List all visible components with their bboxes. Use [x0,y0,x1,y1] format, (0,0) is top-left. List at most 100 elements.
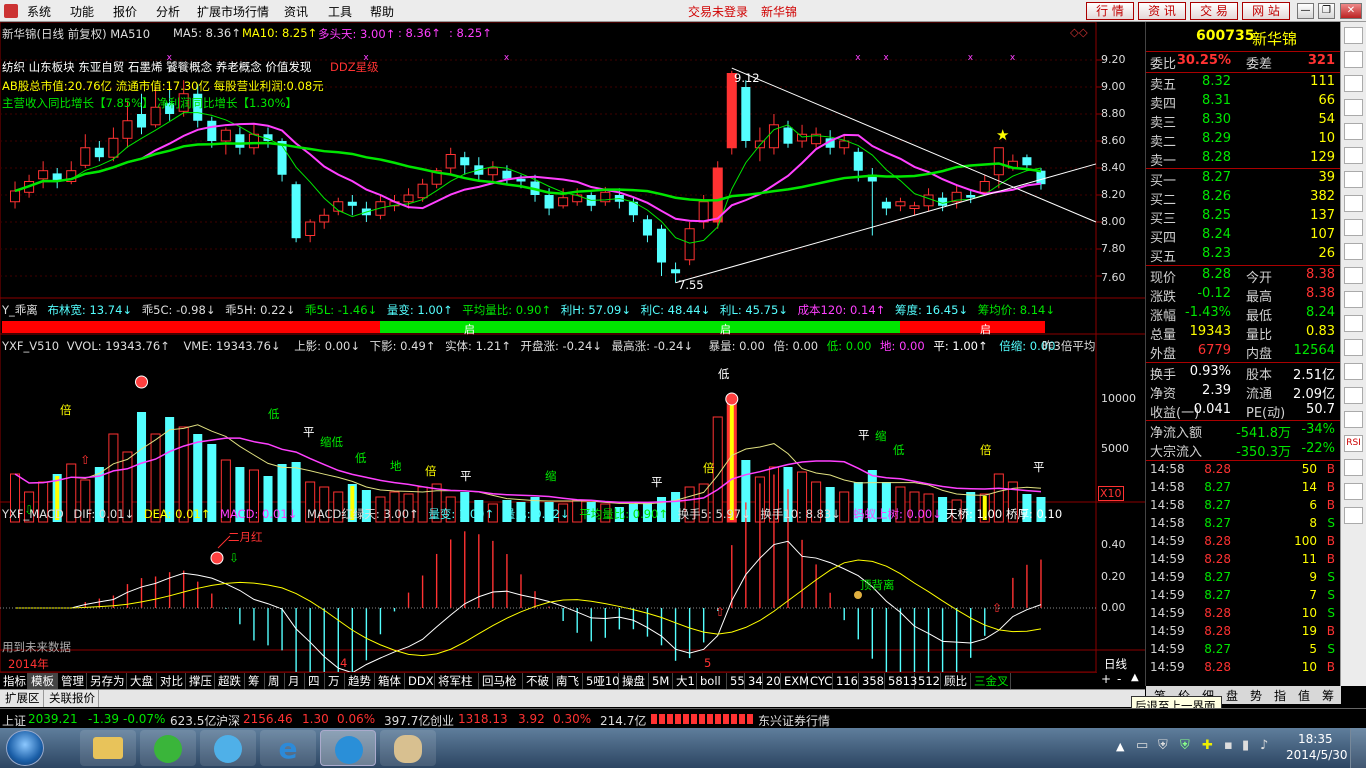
menu-help[interactable]: 帮助 [370,3,394,20]
toolbar-button-icon[interactable] [1344,171,1363,188]
indicator-tab[interactable]: 512 [915,673,941,690]
tray-app-icon[interactable]: ✚ [1202,738,1213,753]
menu-tools[interactable]: 工具 [328,3,352,20]
taskbar-media-player-icon[interactable] [200,730,256,766]
quote-tab[interactable]: 筹 [1322,687,1334,704]
indicator-tab[interactable]: 月 [285,673,305,690]
indicator-tab[interactable]: 5M [649,673,673,690]
indicator-tab[interactable]: 周 [265,673,285,690]
indicator-tab[interactable]: 5哑10 [583,673,619,690]
indicator-tab[interactable]: 另存为 [87,673,127,690]
menu-quote[interactable]: 报价 [113,3,137,20]
tray-network-status-icon[interactable]: ▮ [1242,738,1249,753]
indicator-tab[interactable]: 358 [859,673,885,690]
quote-tab[interactable]: 指 [1274,687,1286,704]
indicator-tab[interactable]: 不破 [523,673,553,690]
tray-volume-icon[interactable]: ♪ [1260,738,1268,753]
taskbar-paint-icon[interactable] [380,730,436,766]
chart-area[interactable]: x x x x x x x ⇩ ⇧ ⇩ ⇧ ⇧ 新华锦(日线 前复权) MA510 MA5: 8.36… [0,22,1145,672]
indicator-tab[interactable]: CYC [807,673,833,690]
clock-time[interactable]: 18:35 [1298,732,1333,746]
tray-expand-icon[interactable]: ▲ [1116,740,1124,753]
toolbar-button-icon[interactable] [1344,315,1363,332]
taskbar-stock-app-icon[interactable] [320,730,376,766]
menu-analysis[interactable]: 分析 [156,3,180,20]
toolbar-button-icon[interactable] [1344,27,1363,44]
tab-extension-area[interactable]: 扩展区 [2,690,44,707]
quote-tab[interactable]: 势 [1250,687,1262,704]
indicator-tab[interactable]: EXM [781,673,809,690]
toolbar-button-icon[interactable] [1344,291,1363,308]
period-label[interactable]: 日线 [1104,656,1127,672]
tray-security-icon[interactable]: ⛨ [1180,738,1190,753]
indicator-tab[interactable]: 将军柱 [435,673,479,690]
tray-network-icon[interactable]: ▭ [1136,738,1148,753]
indicator-tab[interactable]: 对比 [157,673,186,690]
indicator-tab[interactable]: DDX [405,673,435,690]
close-icon[interactable]: ✕ [1340,3,1362,19]
indicator-tab[interactable]: 20 [763,673,781,690]
indicator-tab[interactable]: 万 [325,673,345,690]
toolbar-button-icon[interactable]: RSI [1344,435,1363,452]
toolbar-button-icon[interactable] [1344,219,1363,236]
zoom-out-icon[interactable]: - [1117,672,1121,686]
toolbar-button-icon[interactable] [1344,75,1363,92]
taskbar-ie-icon[interactable]: e [260,730,316,766]
indicator-tab[interactable]: 趋势 [345,673,375,690]
menu-extended-market[interactable]: 扩展市场行情 [197,3,269,20]
toolbar-button-icon[interactable] [1344,51,1363,68]
indicator-tab[interactable]: 操盘 [619,673,649,690]
indicator-tab[interactable]: 顾比 [941,673,971,690]
toolbar-button-icon[interactable] [1344,243,1363,260]
indicator-tab[interactable]: 大1 [673,673,697,690]
menu-news[interactable]: 资讯 [284,3,308,20]
indicator-tab[interactable]: 指标 [0,673,28,690]
show-desktop-button[interactable] [1350,728,1366,768]
tab-related-quotes[interactable]: 关联报价 [46,690,99,707]
start-button[interactable] [6,730,44,766]
indicator-tab[interactable]: 116 [833,673,859,690]
quote-tab[interactable]: 值 [1298,687,1310,704]
tab-trade-button[interactable]: 交 易 [1190,2,1238,20]
indicator-tab[interactable]: 模板 [28,673,58,690]
toolbar-button-icon[interactable] [1344,267,1363,284]
toolbar-button-icon[interactable] [1344,387,1363,404]
toolbar-button-icon[interactable] [1344,411,1363,428]
menu-system[interactable]: 系统 [27,3,51,20]
tray-shield-icon[interactable]: ⛨ [1158,738,1168,753]
quote-tab[interactable]: 盘 [1226,687,1238,704]
indicator-tab[interactable]: 撑压 [186,673,215,690]
toolbar-button-icon[interactable] [1344,339,1363,356]
tray-display-icon[interactable]: ▪ [1224,738,1233,753]
indicator-tab[interactable]: 筹 [245,673,265,690]
toolbar-button-icon[interactable] [1344,123,1363,140]
toolbar-button-icon[interactable] [1344,195,1363,212]
chart-options-icon[interactable]: ◇◇ [1070,25,1088,39]
tab-website-button[interactable]: 网 站 [1242,2,1290,20]
indicator-tab[interactable]: 5813 [885,673,917,690]
toolbar-button-icon[interactable] [1344,99,1363,116]
clock-date[interactable]: 2014/5/30 [1286,748,1348,762]
collapse-icon[interactable]: ▲ [1131,672,1139,683]
indicator-tab[interactable]: 南飞 [553,673,583,690]
indicator-tab[interactable]: 箱体 [375,673,405,690]
toolbar-button-icon[interactable] [1344,507,1363,524]
toolbar-button-icon[interactable] [1344,483,1363,500]
indicator-tab[interactable]: 四 [305,673,325,690]
indicator-tab[interactable]: 三金叉 [971,673,1011,690]
taskbar-app-green-icon[interactable] [140,730,196,766]
indicator-tab[interactable]: boll [697,673,727,690]
minimize-icon[interactable]: — [1297,3,1314,19]
tab-news-button[interactable]: 资 讯 [1138,2,1186,20]
indicator-tab[interactable]: 大盘 [127,673,157,690]
indicator-tab[interactable]: 回马枪 [479,673,523,690]
taskbar-explorer-icon[interactable] [80,730,136,766]
toolbar-button-icon[interactable] [1344,459,1363,476]
indicator-tab[interactable]: 超跌 [215,673,245,690]
toolbar-button-icon[interactable] [1344,147,1363,164]
zoom-in-icon[interactable]: + [1101,672,1111,686]
toolbar-button-icon[interactable] [1344,363,1363,380]
indicator-tab[interactable]: 管理 [58,673,87,690]
indicator-tab[interactable]: 34 [745,673,763,690]
menu-function[interactable]: 功能 [70,3,94,20]
